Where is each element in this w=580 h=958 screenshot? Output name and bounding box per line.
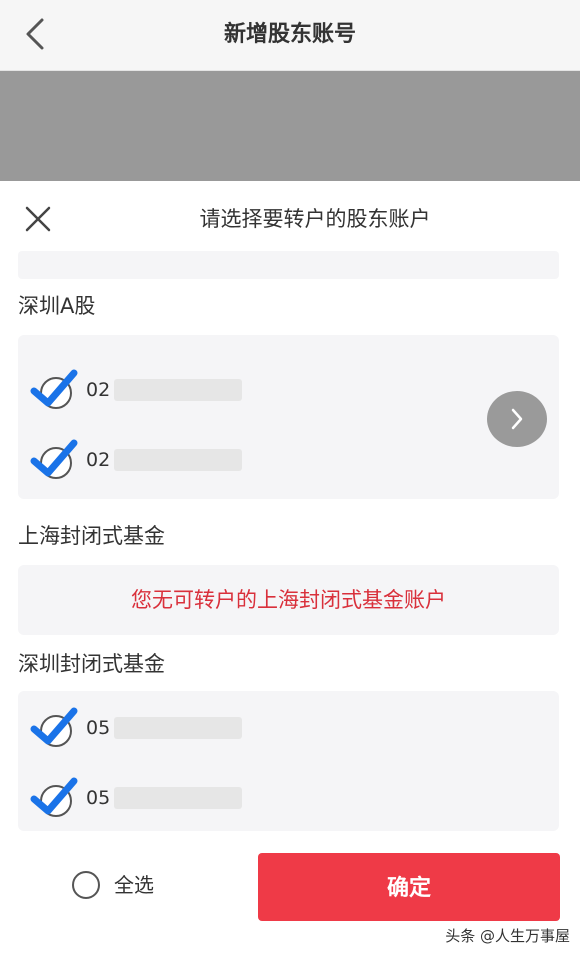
sheet-title: 请选择要转户的股东账户: [199, 207, 431, 231]
account-row[interactable]: 02: [28, 435, 328, 485]
sheet-footer: 全选 确定 头条 @人生万事屋: [0, 833, 580, 958]
account-row[interactable]: 02: [28, 365, 328, 415]
masked-account-digits: [114, 379, 242, 401]
checkbox-checked-icon[interactable]: [28, 773, 80, 823]
masked-account-digits: [114, 787, 242, 809]
checkbox-checked-icon[interactable]: [28, 435, 80, 485]
section-title-shenzhen-fund: 深圳封闭式基金: [18, 652, 165, 676]
confirm-button[interactable]: 确定: [258, 853, 560, 921]
account-row[interactable]: 05: [28, 703, 328, 753]
account-number: 02: [86, 449, 111, 471]
masked-account-digits: [114, 449, 242, 471]
section-title-shenzhen-a: 深圳A股: [18, 294, 96, 318]
select-all-label: 全选: [114, 873, 154, 897]
modal-overlay[interactable]: [0, 71, 580, 181]
checkbox-checked-icon[interactable]: [28, 703, 80, 753]
page-title: 新增股东账号: [223, 22, 356, 47]
shanghai-fund-box: 您无可转户的上海封闭式基金账户: [18, 565, 559, 635]
account-number: 05: [86, 717, 111, 739]
shenzhen-a-account-box: 02 02: [18, 335, 559, 499]
no-account-notice: 您无可转户的上海封闭式基金账户: [131, 588, 446, 612]
shenzhen-fund-account-box: 05 05: [18, 691, 559, 831]
scrolled-section-box: [18, 251, 559, 279]
radio-unchecked-icon[interactable]: [72, 871, 100, 899]
next-arrow-button[interactable]: [487, 391, 547, 447]
masked-account-digits: [114, 717, 242, 739]
checkbox-checked-icon[interactable]: [28, 365, 80, 415]
account-number: 05: [86, 787, 111, 809]
nav-bar: 新增股东账号: [0, 0, 580, 71]
account-row[interactable]: 05: [28, 773, 328, 823]
account-number: 02: [86, 379, 111, 401]
section-title-shanghai-fund: 上海封闭式基金: [18, 524, 165, 548]
chevron-right-icon: [511, 408, 523, 430]
watermark: 头条 @人生万事屋: [445, 927, 570, 945]
